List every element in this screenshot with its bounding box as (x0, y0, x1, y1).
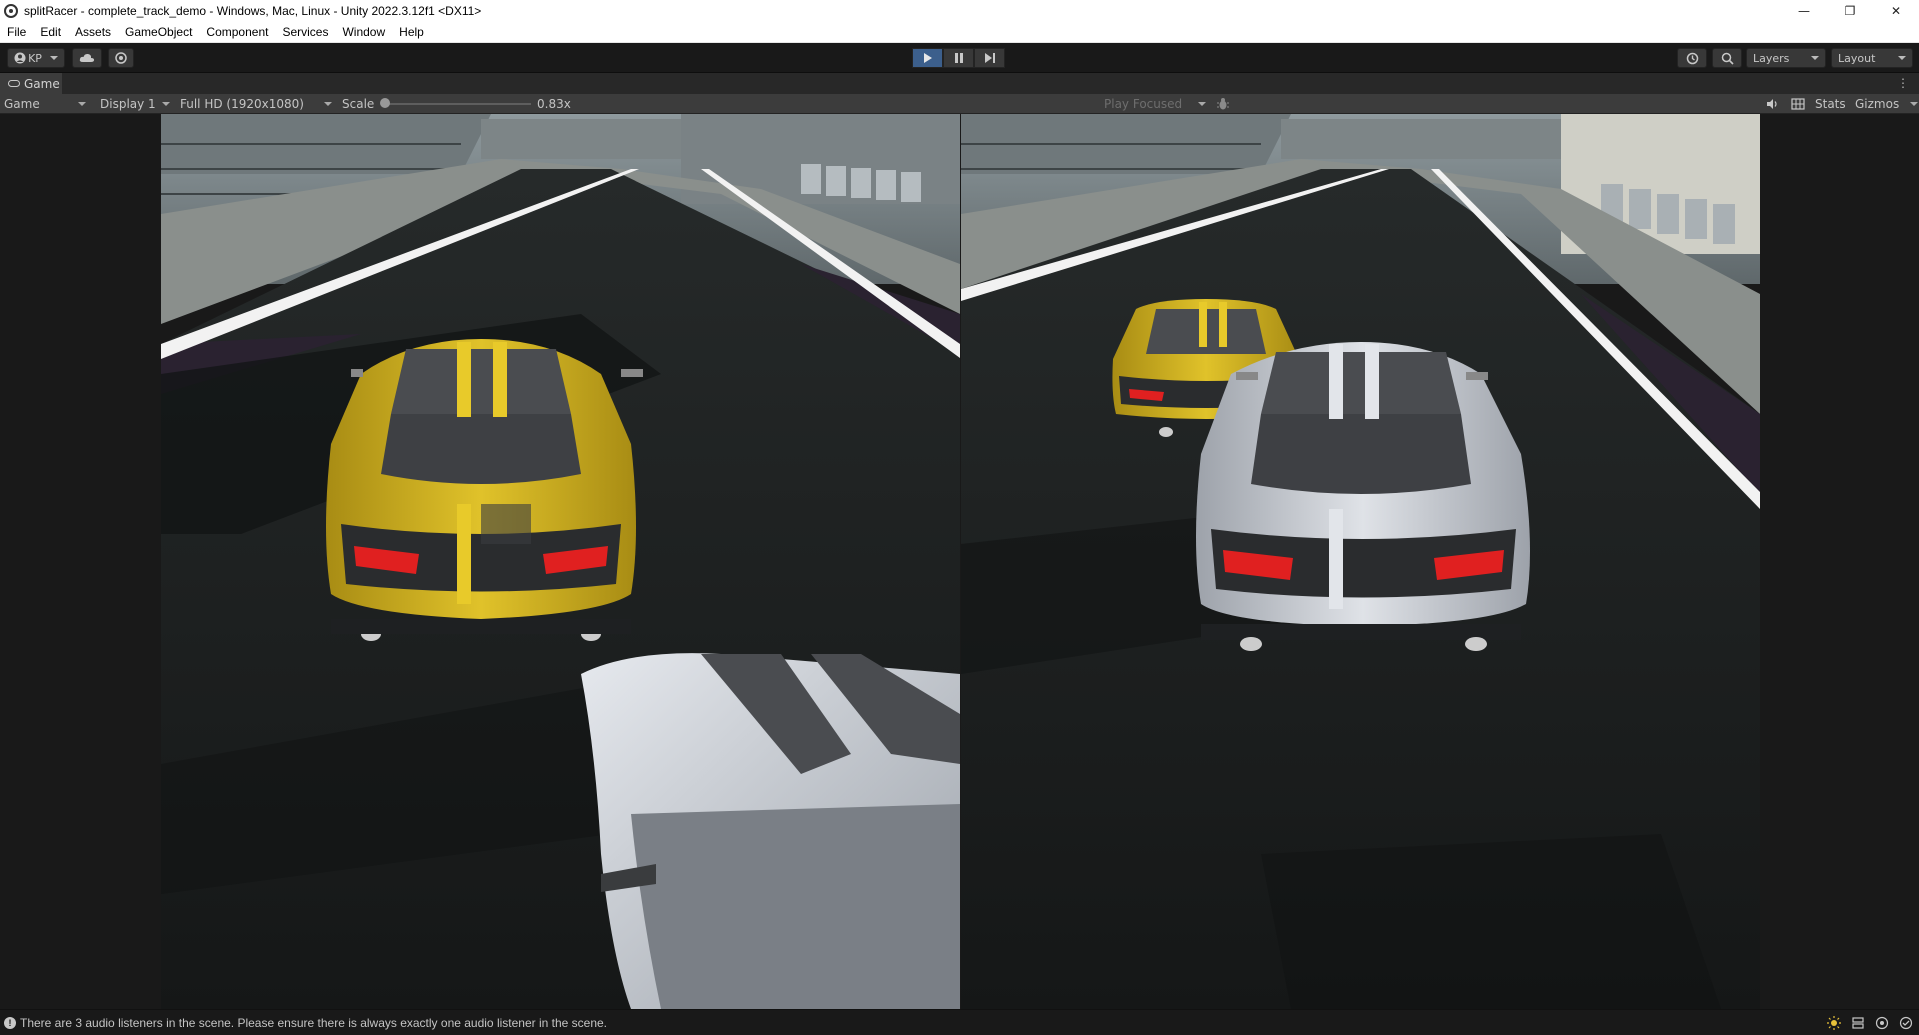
chevron-down-icon (324, 102, 332, 106)
account-icon (14, 52, 26, 64)
menu-gameobject[interactable]: GameObject (118, 25, 199, 39)
layers-label: Layers (1753, 51, 1790, 65)
search-button[interactable] (1712, 48, 1742, 68)
window-title: splitRacer - complete_track_demo - Windo… (24, 4, 482, 18)
stats-button[interactable]: Stats (1815, 97, 1846, 111)
layout-label: Layout (1838, 51, 1876, 65)
menu-bar: File Edit Assets GameObject Component Se… (0, 22, 1919, 43)
pause-button[interactable] (943, 48, 974, 68)
view-mode-label: Game (4, 97, 40, 111)
tab-game[interactable]: Game (0, 73, 62, 94)
menu-services[interactable]: Services (275, 25, 335, 39)
collab-button[interactable] (108, 48, 134, 68)
display-label: Display 1 (100, 97, 156, 111)
menu-window[interactable]: Window (335, 25, 392, 39)
history-icon (1686, 52, 1698, 64)
white-car-left (581, 653, 960, 1009)
title-bar: splitRacer - complete_track_demo - Windo… (0, 0, 1919, 22)
chevron-down-icon[interactable] (1910, 102, 1918, 106)
chevron-down-icon (1198, 102, 1206, 106)
minimize-button[interactable]: — (1781, 0, 1827, 22)
search-icon (1721, 52, 1734, 65)
info-icon: ! (4, 1016, 16, 1029)
play-mode-label: Play Focused (1104, 97, 1183, 111)
tab-game-label: Game (24, 76, 60, 91)
race-scene-right (961, 114, 1760, 1009)
lighting-icon[interactable] (1827, 1016, 1841, 1030)
playmode-controls (912, 48, 1005, 68)
scale-slider[interactable] (385, 103, 531, 105)
game-viewport-player-1[interactable] (161, 114, 960, 1009)
menu-file[interactable]: File (0, 25, 33, 39)
kebab-menu-icon[interactable]: ⋮ (1897, 77, 1909, 89)
gizmos-button[interactable]: Gizmos (1855, 97, 1899, 111)
chevron-down-icon (1898, 56, 1906, 60)
debug-mode-icon[interactable] (1875, 1016, 1889, 1030)
play-icon (923, 53, 932, 63)
tab-bar: Game ⋮ (0, 73, 1919, 94)
restore-button[interactable]: ❐ (1827, 0, 1873, 22)
window-controls: — ❐ ✕ (1781, 0, 1919, 22)
display-dropdown[interactable]: Display 1 (96, 94, 174, 114)
chevron-down-icon (78, 102, 86, 106)
game-view-toolbar: Game Display 1 Full HD (1920x1080) Scale… (0, 94, 1919, 114)
account-label: KP (28, 51, 42, 65)
menu-edit[interactable]: Edit (33, 25, 68, 39)
close-button[interactable]: ✕ (1873, 0, 1919, 22)
yellow-car-left (326, 339, 643, 641)
scale-label: Scale (342, 97, 375, 111)
audio-mute-icon[interactable] (1765, 97, 1779, 111)
chevron-down-icon (162, 102, 170, 106)
scale-value: 0.83x (537, 97, 571, 111)
resolution-label: Full HD (1920x1080) (180, 97, 304, 111)
progress-check-icon[interactable] (1899, 1016, 1913, 1030)
layers-dropdown[interactable]: Layers (1746, 48, 1826, 68)
layout-dropdown[interactable]: Layout (1831, 48, 1913, 68)
main-toolbar: KP Layers Layout (0, 43, 1919, 73)
grid-icon[interactable] (1791, 97, 1805, 111)
status-message[interactable]: There are 3 audio listeners in the scene… (20, 1016, 607, 1030)
status-icons (1827, 1016, 1913, 1030)
cache-server-icon[interactable] (1851, 1016, 1865, 1030)
resolution-dropdown[interactable]: Full HD (1920x1080) (176, 94, 336, 114)
menu-assets[interactable]: Assets (68, 25, 118, 39)
step-icon (984, 53, 995, 63)
chevron-down-icon (49, 56, 58, 60)
step-button[interactable] (974, 48, 1005, 68)
play-button[interactable] (912, 48, 943, 68)
unity-logo-icon (4, 4, 18, 18)
race-scene-left (161, 114, 960, 1009)
scale-slider-thumb[interactable] (380, 98, 390, 108)
account-dropdown[interactable]: KP (7, 48, 65, 68)
cloud-icon (79, 53, 95, 62)
game-viewport-player-2[interactable] (961, 114, 1760, 1009)
collab-icon (115, 52, 127, 64)
history-button[interactable] (1677, 48, 1707, 68)
play-mode-dropdown[interactable]: Play Focused (1100, 94, 1210, 114)
cloud-button[interactable] (72, 48, 102, 68)
menu-component[interactable]: Component (199, 25, 275, 39)
white-car-right (1196, 342, 1530, 651)
status-bar: ! There are 3 audio listeners in the sce… (0, 1009, 1919, 1035)
gamepad-icon (8, 80, 20, 87)
chevron-down-icon (1811, 56, 1819, 60)
menu-help[interactable]: Help (392, 25, 431, 39)
bug-icon[interactable] (1216, 97, 1230, 111)
pause-icon (954, 53, 963, 63)
view-mode-dropdown[interactable]: Game (0, 94, 90, 114)
